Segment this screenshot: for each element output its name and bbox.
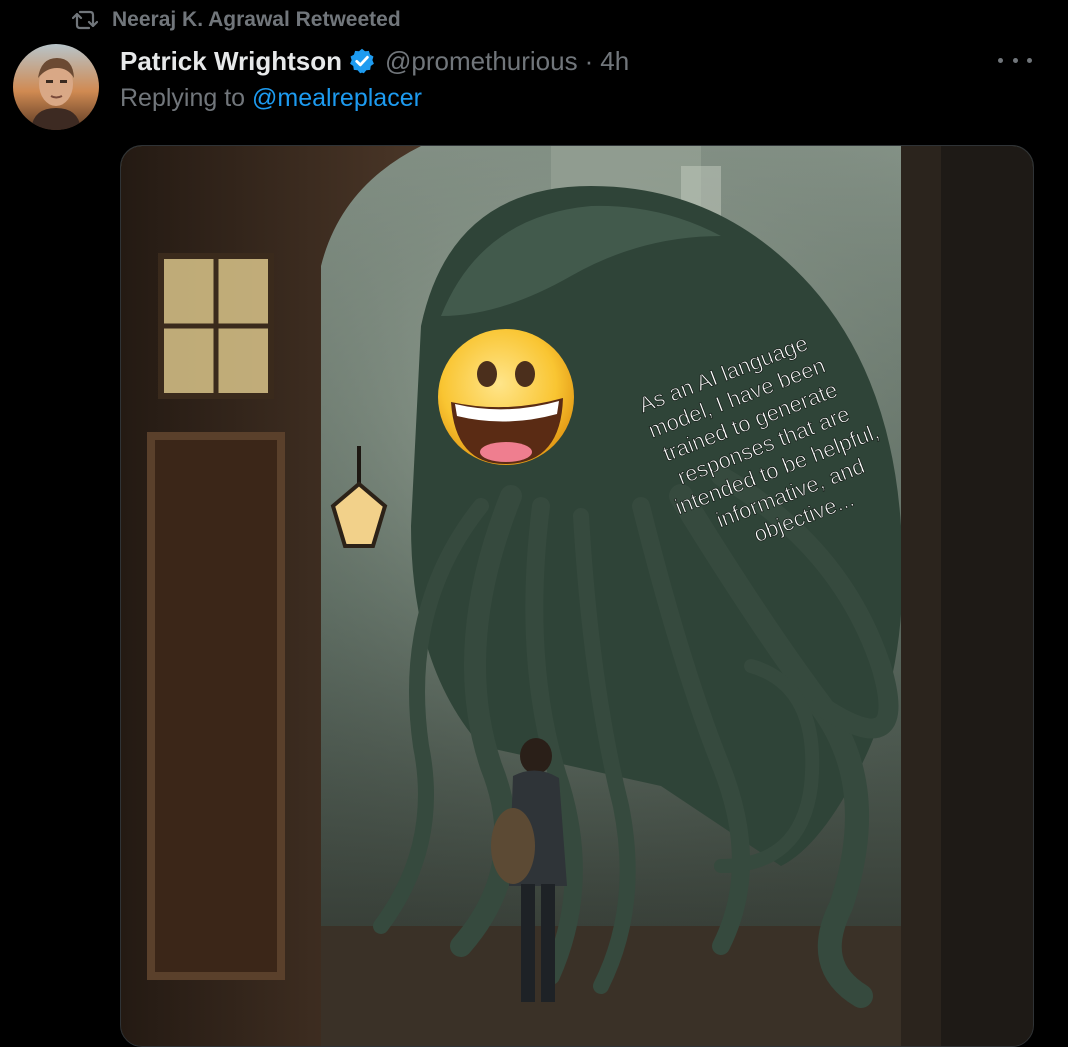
tweet-image[interactable]: As an AI language model, I have been tra… — [120, 145, 1034, 1047]
verified-badge-icon[interactable] — [348, 47, 376, 75]
retweet-label: Neeraj K. Agrawal Retweeted — [112, 8, 401, 31]
author-name[interactable]: Patrick Wrightson — [120, 46, 342, 77]
tweet-header: Patrick Wrightson @promethurious · 4h — [120, 44, 629, 78]
author-handle[interactable]: @promethurious — [385, 46, 578, 77]
retweet-context[interactable]: Neeraj K. Agrawal Retweeted — [72, 6, 401, 34]
more-icon — [998, 57, 1003, 63]
avatar[interactable] — [13, 44, 99, 130]
mention-link[interactable]: @mealreplacer — [252, 84, 422, 112]
more-options-button[interactable] — [998, 48, 1032, 72]
replying-to: Replying to @mealreplacer — [120, 84, 422, 113]
tweet-timestamp[interactable]: 4h — [600, 46, 629, 77]
retweet-icon — [72, 10, 98, 30]
separator-dot: · — [584, 45, 594, 76]
replying-prefix: Replying to — [120, 84, 253, 112]
